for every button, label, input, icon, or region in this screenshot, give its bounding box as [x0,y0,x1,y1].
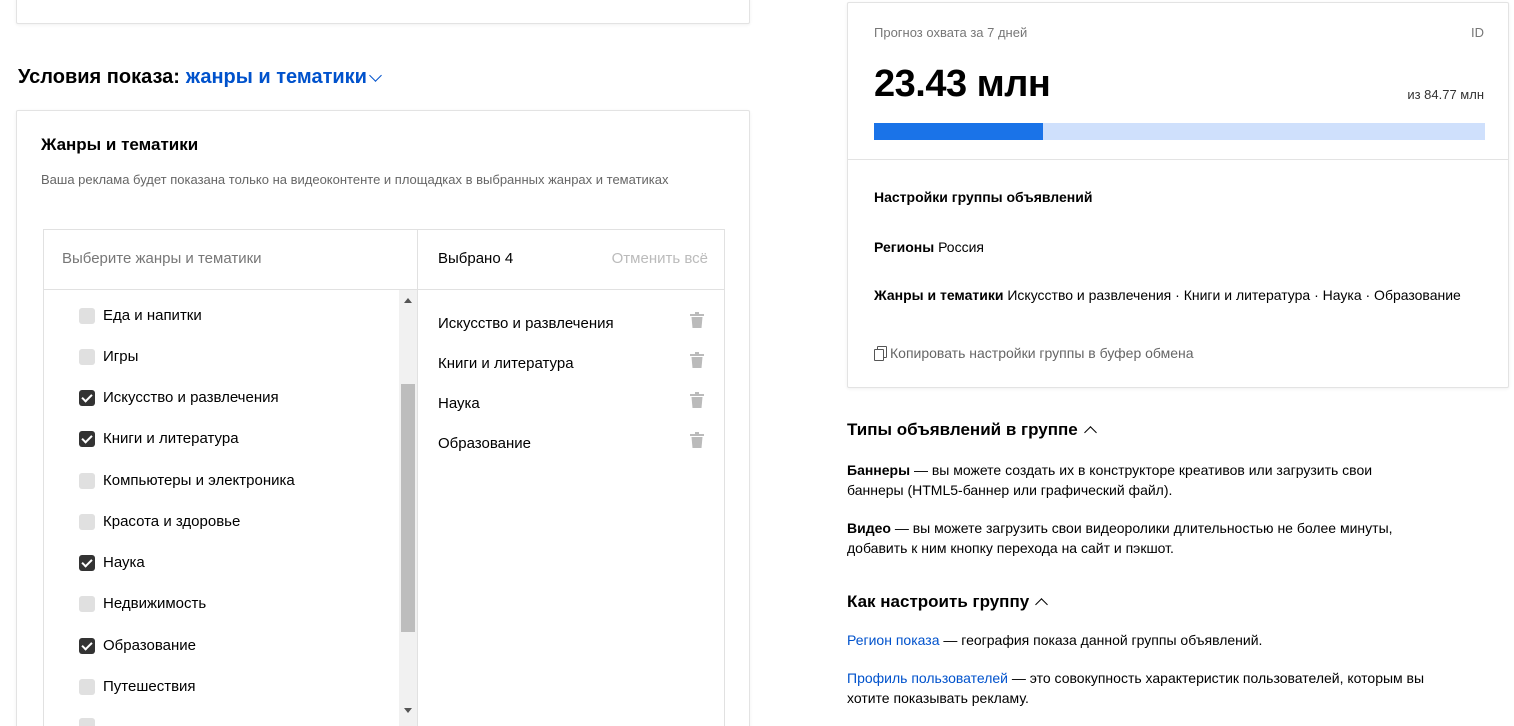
genre-option[interactable]: Книги и литература [79,430,239,447]
trash-icon[interactable] [690,352,704,368]
checkbox[interactable] [79,472,95,489]
profile-description: Профиль пользователей — это совокупность… [847,668,1427,708]
genre-option[interactable]: Компьютеры и электроника [79,472,295,489]
checkbox[interactable] [79,389,95,406]
genre-option[interactable]: Образование [79,637,196,654]
genre-option[interactable]: Искусство и развлечения [79,389,279,406]
reach-value: 23.43 млн [874,63,1051,105]
genres-summary-label: Жанры и тематики [874,287,1004,303]
genre-option[interactable]: Красота и здоровье [79,513,240,530]
scroll-down-arrow-icon[interactable] [404,708,412,713]
profile-link[interactable]: Профиль пользователей [847,670,1008,686]
checkbox[interactable] [79,595,95,612]
genre-option-label: Игры [103,348,139,365]
genres-summary-value: Искусство и развлечения · Книги и литера… [1007,287,1461,303]
genre-option[interactable]: Наука [79,554,145,571]
howto-heading: Как настроить группу [847,592,1030,611]
banners-bold: Баннеры [847,462,911,478]
conditions-type-label: жанры и тематики [185,66,367,88]
scrollbar-thumb[interactable] [401,384,415,632]
ad-types-heading: Типы объявлений в группе [847,420,1078,439]
genres-card: Жанры и тематики Ваша реклама будет пока… [16,110,750,726]
genre-option-label: Искусство и развлечения [103,389,279,406]
checkbox[interactable] [79,307,95,324]
selected-item-label: Образование [438,435,531,452]
video-description: Видео — вы можете загрузить свои видеоро… [847,518,1427,558]
reach-progress-bar [874,123,1485,140]
checkbox[interactable] [79,678,95,695]
howto-toggle[interactable]: Как настроить группу [847,592,1049,612]
regions-value: Россия [938,239,984,255]
conditions-heading: Условия показа: жанры и тематики [18,66,382,89]
genres-selector: Выбрано 4 Отменить всё Еда и напитки Игр… [43,229,725,726]
selected-item-label: Книги и литература [438,355,574,372]
group-settings-heading: Настройки группы объявлений [874,189,1093,205]
genre-option-partial[interactable] [79,718,95,726]
scrollbar[interactable] [399,290,417,726]
selected-header: Выбрано 4 Отменить всё [418,230,724,290]
clear-all-button[interactable]: Отменить всё [612,250,708,267]
genre-option-label: Наука [103,554,145,571]
genre-option[interactable]: Еда и напитки [79,307,202,324]
selected-count: Выбрано 4 [438,250,514,267]
genre-option-label: Недвижимость [103,595,207,612]
reach-progress-fill [874,123,1043,140]
regions-line: Регионы Россия [874,239,984,255]
genres-list: Еда и напитки Игры Искусство и развлечен… [44,290,418,726]
reach-forecast-card: Прогноз охвата за 7 дней ID 23.43 млн из… [847,2,1509,388]
region-link[interactable]: Регион показа [847,632,939,648]
checkbox[interactable] [79,348,95,365]
divider [848,159,1508,160]
genre-option-label: Еда и напитки [103,307,202,324]
checkbox[interactable] [79,430,95,447]
regions-label: Регионы [874,239,935,255]
genre-option-label: Книги и литература [103,430,239,447]
selected-list: Искусство и развлечения Книги и литерату… [418,290,724,726]
genre-option-label: Образование [103,637,196,654]
conditions-type-dropdown[interactable]: жанры и тематики [185,66,382,89]
copy-settings-label: Копировать настройки группы в буфер обме… [890,345,1194,361]
previous-section-card [16,0,750,24]
genre-option-label: Компьютеры и электроника [103,472,295,489]
copy-settings-button[interactable]: Копировать настройки группы в буфер обме… [874,345,1194,361]
genre-option-label: Путешествия [103,678,196,695]
scroll-up-arrow-icon[interactable] [404,298,412,303]
checkbox[interactable] [79,513,95,530]
chevron-down-icon [369,68,382,82]
trash-icon[interactable] [690,432,704,448]
checkbox[interactable] [79,637,95,654]
copy-icon [874,346,888,361]
genres-search-input[interactable] [62,250,392,267]
ad-types-toggle[interactable]: Типы объявлений в группе [847,420,1097,440]
conditions-prefix: Условия показа: [18,66,180,88]
video-text: — вы можете загрузить свои видеоролики д… [847,520,1393,556]
genres-heading: Жанры и тематики [41,135,199,154]
genre-option[interactable]: Недвижимость [79,595,206,612]
reach-label: Прогноз охвата за 7 дней [874,25,1028,40]
region-description: Регион показа — география показа данной … [847,630,1427,650]
region-text: — география показа данной группы объявле… [939,632,1263,648]
selected-item-label: Искусство и развлечения [438,315,614,332]
genres-description: Ваша реклама будет показана только на ви… [41,172,669,187]
trash-icon[interactable] [690,312,704,328]
genre-option[interactable]: Путешествия [79,678,196,695]
trash-icon[interactable] [690,392,704,408]
genre-option-label: Красота и здоровье [103,513,241,530]
genres-search-header [44,230,418,290]
video-bold: Видео [847,520,891,536]
genre-option[interactable]: Игры [79,348,138,365]
chevron-up-icon [1083,426,1097,439]
chevron-up-icon [1035,598,1049,611]
selected-item-label: Наука [438,395,480,412]
checkbox[interactable] [79,554,95,571]
banners-description: Баннеры — вы можете создать их в констру… [847,460,1427,500]
checkbox[interactable] [79,718,95,726]
reach-total: из 84.77 млн [1407,87,1484,102]
genres-summary-line: Жанры и тематики Искусство и развлечения… [874,285,1474,305]
reach-id: ID [1471,25,1484,40]
banners-text: — вы можете создать их в конструкторе кр… [847,462,1373,498]
